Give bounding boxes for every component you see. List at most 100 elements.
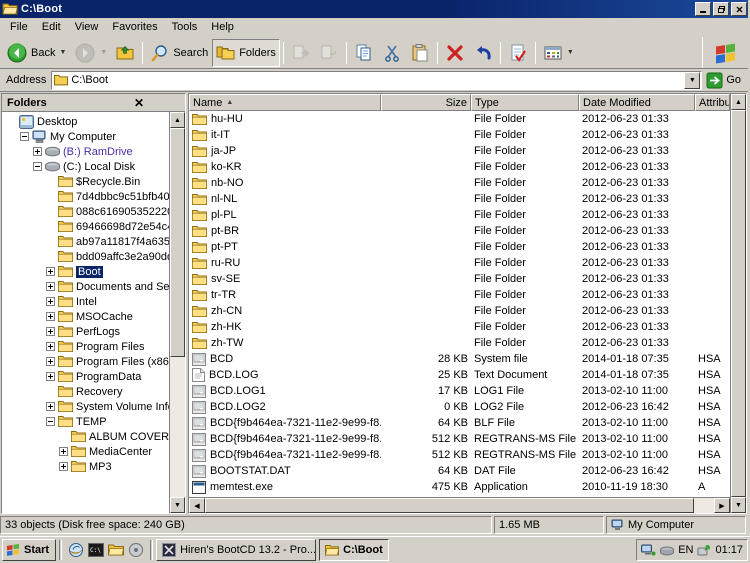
table-row[interactable]: BCD 28 KB System file 2014-01-18 07:35 HSA [189, 351, 730, 367]
scroll-down-icon[interactable]: ▼ [731, 497, 746, 513]
safely-remove-icon[interactable] [697, 544, 711, 557]
command-prompt-icon[interactable]: C:\ [88, 543, 105, 557]
cut-button[interactable] [378, 39, 406, 67]
column-header-type[interactable]: Type [471, 94, 579, 111]
expand-icon[interactable] [43, 282, 58, 291]
tree-node[interactable]: MSOCache [2, 309, 169, 324]
table-row[interactable]: ja-JP File Folder 2012-06-23 01:33 [189, 143, 730, 159]
paste-button[interactable] [406, 39, 434, 67]
folders-scrollbar[interactable]: ▲ ▼ [169, 112, 185, 513]
menu-favorites[interactable]: Favorites [105, 19, 164, 35]
table-row[interactable]: BCD{f9b464ea-7321-11e2-9e99-f8... 512 KB R… [189, 431, 730, 447]
folders-scroll-thumb[interactable] [170, 128, 185, 357]
expand-icon[interactable] [43, 327, 58, 336]
table-row[interactable]: BOOTSTAT.DAT 64 KB DAT File 2012-06-23 16:4… [189, 463, 730, 479]
undo-button[interactable] [469, 39, 497, 67]
file-list-vscrollbar[interactable]: ▲ ▼ [730, 94, 746, 513]
back-button[interactable]: Back ▼ [2, 39, 70, 67]
expand-icon[interactable] [43, 342, 58, 351]
folder-icon[interactable] [108, 543, 125, 557]
move-to-button[interactable] [287, 39, 315, 67]
close-icon[interactable] [731, 2, 747, 16]
tree-node[interactable]: (B:) RamDrive [2, 144, 169, 159]
table-row[interactable]: zh-CN File Folder 2012-06-23 01:33 [189, 303, 730, 319]
table-row[interactable]: ru-RU File Folder 2012-06-23 01:33 [189, 255, 730, 271]
tree-node[interactable]: Documents and Setti [2, 279, 169, 294]
taskbar-button-cboot[interactable]: C:\Boot [319, 539, 389, 561]
expand-icon[interactable] [43, 312, 58, 321]
column-header-date-modified[interactable]: Date Modified [579, 94, 695, 111]
collapse-icon[interactable] [30, 162, 45, 171]
menu-view[interactable]: View [68, 19, 106, 35]
table-row[interactable]: pt-BR File Folder 2012-06-23 01:33 [189, 223, 730, 239]
scroll-left-icon[interactable]: ◀ [189, 498, 205, 513]
tree-node[interactable]: Intel [2, 294, 169, 309]
table-row[interactable]: BCD.LOG 25 KB Text Document 2014-01-18 07:3… [189, 367, 730, 383]
expand-icon[interactable] [43, 372, 58, 381]
expand-icon[interactable] [56, 462, 71, 471]
collapse-icon[interactable] [43, 417, 58, 426]
tree-node[interactable]: TEMP [2, 414, 169, 429]
collapse-icon[interactable] [17, 132, 32, 141]
expand-icon[interactable] [56, 447, 71, 456]
tree-node[interactable]: $Recycle.Bin [2, 174, 169, 189]
table-row[interactable]: zh-HK File Folder 2012-06-23 01:33 [189, 319, 730, 335]
address-input[interactable]: C:\Boot ▼ [51, 70, 703, 90]
views-dropdown-icon[interactable]: ▼ [567, 49, 574, 56]
table-row[interactable]: BCD{f9b464ea-7321-11e2-9e99-f8... 512 KB R… [189, 447, 730, 463]
scroll-up-icon[interactable]: ▲ [170, 112, 185, 128]
table-row[interactable]: BCD.LOG1 17 KB LOG1 File 2013-02-10 11:00 HS… [189, 383, 730, 399]
table-row[interactable]: tr-TR File Folder 2012-06-23 01:33 [189, 287, 730, 303]
tree-node[interactable]: ProgramData [2, 369, 169, 384]
file-scroll-track[interactable] [731, 110, 746, 497]
tree-node[interactable]: Program Files (x86) [2, 354, 169, 369]
copy-to-button[interactable] [315, 39, 343, 67]
back-dropdown-icon[interactable]: ▼ [59, 49, 66, 56]
tree-node[interactable]: 088c616905352220? [2, 204, 169, 219]
table-row[interactable]: BCD.LOG2 0 KB LOG2 File 2012-06-23 16:42 HSA [189, 399, 730, 415]
tree-node[interactable]: ab97a11817f4a6353 [2, 234, 169, 249]
tree-node[interactable]: 7d4dbbc9c51bfb40f5 [2, 189, 169, 204]
search-button[interactable]: Search [146, 39, 212, 67]
tree-node[interactable]: 69466698d72e54c40 [2, 219, 169, 234]
scroll-right-icon[interactable]: ▶ [714, 498, 730, 513]
table-row[interactable]: pt-PT File Folder 2012-06-23 01:33 [189, 239, 730, 255]
up-button[interactable] [111, 39, 139, 67]
expand-icon[interactable] [43, 267, 58, 276]
go-button[interactable]: Go [702, 72, 746, 89]
start-button[interactable]: Start [2, 539, 57, 561]
table-row[interactable]: memtest.exe 475 KB Application 2010-11-19 1… [189, 479, 730, 495]
taskbar-button-hirens[interactable]: Hiren's BootCD 13.2 - Pro... [156, 539, 317, 561]
hscroll-track[interactable] [205, 498, 714, 513]
menu-tools[interactable]: Tools [165, 19, 205, 35]
tree-node[interactable]: Boot [2, 264, 169, 279]
scroll-up-icon[interactable]: ▲ [731, 94, 746, 110]
file-scroll-thumb[interactable] [731, 110, 746, 497]
menu-edit[interactable]: Edit [35, 19, 68, 35]
close-icon[interactable]: ✕ [95, 96, 183, 110]
file-list-hscrollbar[interactable]: ◀ ▶ [189, 497, 730, 513]
folders-button[interactable]: Folders [212, 38, 280, 67]
table-row[interactable]: nb-NO File Folder 2012-06-23 01:33 [189, 175, 730, 191]
column-header-size[interactable]: Size [381, 94, 471, 111]
tree-node[interactable]: bdd09affc3e2a90ddc [2, 249, 169, 264]
tree-node[interactable]: PerfLogs [2, 324, 169, 339]
table-row[interactable]: nl-NL File Folder 2012-06-23 01:33 [189, 191, 730, 207]
table-row[interactable]: ko-KR File Folder 2012-06-23 01:33 [189, 159, 730, 175]
internet-explorer-icon[interactable] [68, 542, 84, 558]
delete-button[interactable] [441, 39, 469, 67]
tree-node[interactable]: Program Files [2, 339, 169, 354]
table-row[interactable]: it-IT File Folder 2012-06-23 01:33 [189, 127, 730, 143]
file-rows[interactable]: hu-HU File Folder 2012-06-23 01:33 it-IT Fil… [189, 111, 730, 497]
drive-icon[interactable] [660, 545, 675, 556]
tray-clock[interactable]: 01:17 [715, 544, 743, 556]
media-icon[interactable] [128, 542, 144, 558]
tree-node[interactable]: My Computer [2, 129, 169, 144]
tray-language[interactable]: EN [678, 544, 693, 556]
hscroll-thumb[interactable] [205, 498, 694, 513]
restore-icon[interactable] [713, 2, 729, 16]
column-header-attribut[interactable]: Attribut▲ [695, 94, 730, 111]
expand-icon[interactable] [43, 297, 58, 306]
expand-icon[interactable] [43, 357, 58, 366]
menu-file[interactable]: File [3, 19, 35, 35]
